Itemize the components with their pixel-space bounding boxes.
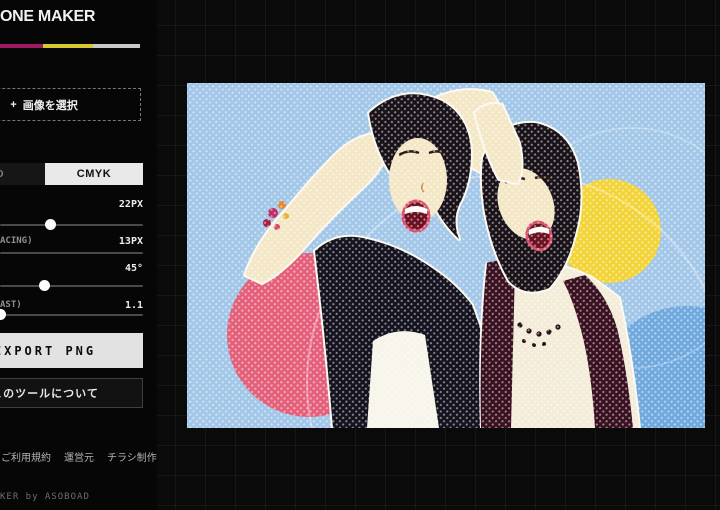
export-png-button[interactable]: EXPORT PNG bbox=[0, 333, 143, 368]
app-title: ONE MAKER bbox=[0, 8, 96, 25]
brand-bar-magenta bbox=[0, 44, 43, 48]
operator-link[interactable]: 運営元 bbox=[64, 449, 94, 464]
spacing-slider[interactable] bbox=[0, 252, 143, 254]
footer-links: ご利用規約 運営元 チラシ制作 bbox=[1, 449, 157, 464]
mode-toggle-cmyk[interactable]: CMYK bbox=[45, 163, 143, 185]
preview-canvas[interactable] bbox=[187, 83, 705, 428]
terms-link[interactable]: ご利用規約 bbox=[1, 449, 51, 464]
contrast-handle[interactable] bbox=[0, 309, 6, 320]
spacing-value: 13PX bbox=[118, 236, 143, 247]
halftone-image bbox=[187, 83, 705, 428]
angle-value: 45° bbox=[124, 263, 143, 274]
brand-bar-yellow bbox=[43, 44, 93, 48]
select-image-label: 画像を選択 bbox=[22, 99, 78, 112]
dot-size-slider[interactable] bbox=[0, 219, 143, 230]
angle-slider[interactable] bbox=[0, 280, 143, 291]
spacing-label: ACING) bbox=[0, 236, 33, 246]
dot-size-value: 22PX bbox=[118, 199, 143, 210]
credit-text: KER by ASOBOAD bbox=[0, 492, 90, 502]
contrast-slider[interactable] bbox=[0, 309, 143, 320]
mode-toggle-mono[interactable]: NO bbox=[0, 163, 45, 185]
mode-toggle: NO CMYK bbox=[0, 163, 143, 185]
halftone-dot-overlay bbox=[187, 83, 705, 428]
brand-color-bar bbox=[0, 44, 140, 48]
contrast-label: AST) bbox=[0, 300, 22, 310]
flyer-link[interactable]: チラシ制作 bbox=[107, 449, 157, 464]
select-image-button[interactable]: + 画像を選択 bbox=[0, 88, 141, 121]
angle-handle[interactable] bbox=[38, 280, 50, 291]
contrast-value: 1.1 bbox=[124, 300, 143, 311]
brand-bar-gray bbox=[93, 44, 140, 48]
about-tool-button[interactable]: このツールについて bbox=[0, 378, 143, 408]
dot-size-handle[interactable] bbox=[44, 219, 56, 230]
plus-icon: + bbox=[10, 98, 17, 111]
sidebar: ONE MAKER + 画像を選択 NO CMYK 22PX ACING) 13… bbox=[0, 0, 157, 510]
